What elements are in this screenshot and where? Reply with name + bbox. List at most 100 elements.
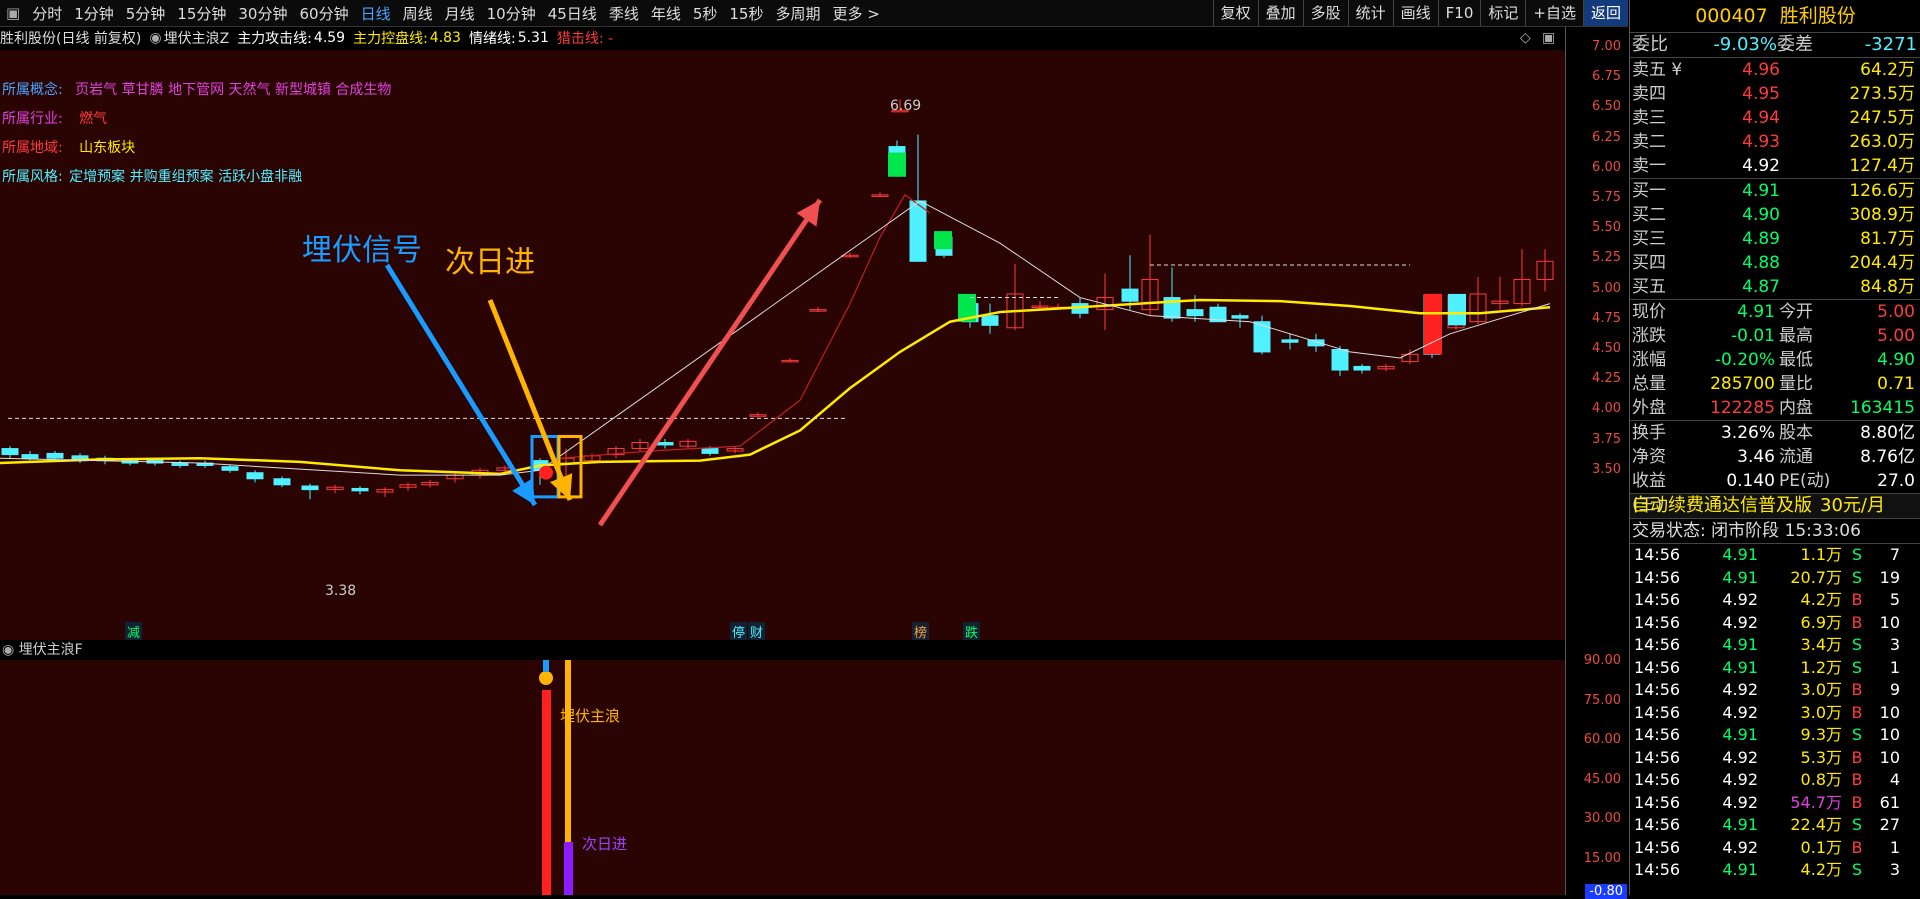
- trade-row[interactable]: 14:56 4.92 5.3万 B 10: [1630, 747, 1920, 770]
- order-price: 4.95: [1742, 84, 1780, 104]
- trade-row[interactable]: 14:56 4.92 0.1万 B 1: [1630, 837, 1920, 860]
- trade-time: 14:56: [1634, 860, 1681, 879]
- low-label: 3.38: [325, 583, 357, 599]
- diamond-icon[interactable]: ◇: [1520, 30, 1531, 46]
- subchart-toggle-icon[interactable]: ◉: [2, 642, 14, 658]
- trade-row[interactable]: 14:56 4.92 0.8万 B 4: [1630, 769, 1920, 792]
- trade-row[interactable]: 14:56 4.92 3.0万 B 9: [1630, 679, 1920, 702]
- tab-timeframe[interactable]: 15秒: [723, 3, 769, 24]
- window-icon[interactable]: ▣: [1542, 30, 1555, 46]
- trade-row[interactable]: 14:56 4.92 3.0万 B 10: [1630, 702, 1920, 725]
- trade-list[interactable]: 14:56 4.91 1.1万 S 7 14:56 4.91 20.7万 S 19 14:56 4.9…: [1630, 544, 1920, 882]
- order-price: 4.90: [1742, 205, 1780, 225]
- tab-timeframe[interactable]: 年线: [645, 3, 687, 24]
- weibi-value: -9.03%: [1713, 34, 1777, 55]
- toolbar-button[interactable]: 画线: [1392, 0, 1438, 26]
- trade-row[interactable]: 14:56 4.92 54.7万 B 61: [1630, 792, 1920, 815]
- order-volume: 84.8万: [1860, 277, 1915, 297]
- control-value: 4.83: [429, 30, 461, 46]
- tab-timeframe[interactable]: 30分钟: [232, 3, 293, 24]
- tab-timeframe[interactable]: 1分钟: [68, 3, 120, 24]
- toolbar-button[interactable]: 统计: [1347, 0, 1393, 26]
- signal-bar: [542, 690, 551, 895]
- price-tick: 6.50: [1592, 99, 1621, 115]
- tab-timeframe[interactable]: 多周期: [769, 3, 826, 24]
- tab-timeframe[interactable]: 10分钟: [481, 3, 542, 24]
- tab-timeframe[interactable]: 5秒: [687, 3, 724, 24]
- toolbar-buttons: 复权 叠加 多股 统计 画线 F10 标记 +自选 返回: [1212, 0, 1628, 26]
- trade-volume: 3.0万: [1800, 702, 1842, 722]
- indicator-select-icon[interactable]: ◉: [149, 30, 161, 46]
- trade-row[interactable]: 14:56 4.92 4.2万 B 5: [1630, 589, 1920, 612]
- toolbar-button[interactable]: 标记: [1480, 0, 1525, 26]
- trade-row[interactable]: 14:56 4.91 3.4万 S 3: [1630, 634, 1920, 657]
- trade-row[interactable]: 14:56 4.91 20.7万 S 19: [1630, 567, 1920, 590]
- toolbar-button[interactable]: +自选: [1525, 0, 1583, 26]
- indicator-name[interactable]: 埋伏主浪Z: [164, 28, 230, 48]
- concept-label: 所属概念:: [2, 82, 63, 98]
- toolbar-button[interactable]: F10: [1437, 0, 1481, 26]
- ad-row[interactable]: 自动续费通达信普及版 30元/月: [1630, 494, 1920, 519]
- ad-price[interactable]: 30元/月: [1820, 494, 1885, 518]
- stat-value: 3.26%: [1720, 423, 1775, 443]
- status-row: 交易状态: 闭市阶段 15:33:06: [1630, 519, 1920, 544]
- tab-timeframe[interactable]: 日线: [355, 3, 397, 24]
- tab-timeframe[interactable]: 5分钟: [120, 3, 172, 24]
- candle-body: [701, 448, 719, 454]
- signal-annotation: 埋伏信号: [302, 233, 422, 268]
- subchart-title[interactable]: 埋伏主浪F: [19, 642, 83, 658]
- tab-timeframe[interactable]: 季线: [603, 3, 645, 24]
- trade-volume: 22.4万: [1790, 815, 1842, 834]
- style-value: 定增预案 并购重组预案 活跃小盘非融: [69, 169, 303, 185]
- trade-row[interactable]: 14:56 4.91 22.4万 S 27: [1630, 814, 1920, 837]
- event-marker[interactable]: 停: [730, 622, 748, 641]
- stat-row: 总量 285700 量比 0.71: [1630, 372, 1920, 396]
- candle-body: [909, 200, 927, 262]
- kline-chart[interactable]: 所属概念: 页岩气 草甘膦 地下管网 天然气 新型城镇 合成生物 所属行业: 燃…: [0, 50, 1565, 641]
- price-tick: 7.00: [1592, 39, 1621, 54]
- quote-panel: 000407 胜利股份 委比 -9.03% 委差 -3271 卖五 ¥ 4.96 6…: [1629, 0, 1920, 895]
- trade-volume: 1.2万: [1800, 657, 1842, 677]
- tab-timeframe[interactable]: 月线: [439, 3, 481, 24]
- tab-timeframe[interactable]: 45日线: [542, 3, 603, 24]
- style-row: 所属风格: 定增预案 并购重组预案 活跃小盘非融: [2, 166, 302, 186]
- trade-count: 3: [1889, 860, 1900, 879]
- tab-timeframe[interactable]: 分时: [26, 3, 68, 24]
- tab-timeframe[interactable]: 周线: [397, 3, 439, 24]
- toolbar-button[interactable]: 返回: [1582, 0, 1628, 26]
- trade-side: S: [1851, 725, 1863, 744]
- price-axis: 7.00 6.75 6.50 6.25 6.00 5.75 5.50 5.25 5.00 4.75…: [1565, 27, 1629, 899]
- order-label: 买三: [1632, 229, 1666, 249]
- trade-row[interactable]: 14:56 4.91 4.2万 S 3: [1630, 859, 1920, 882]
- trade-side: S: [1851, 635, 1863, 654]
- trade-row[interactable]: 14:56 4.91 9.3万 S 10: [1630, 724, 1920, 747]
- ad-text[interactable]: 自动续费通达信普及版: [1632, 494, 1812, 518]
- toolbar-button[interactable]: 叠加: [1257, 0, 1303, 26]
- region-label: 所属地域:: [2, 140, 63, 156]
- trade-row[interactable]: 14:56 4.91 1.1万 S 7: [1630, 544, 1920, 567]
- toolbar-button[interactable]: 多股: [1302, 0, 1348, 26]
- candle-body: [888, 152, 906, 177]
- event-marker[interactable]: 减: [125, 622, 143, 641]
- trade-count: 19: [1879, 567, 1900, 587]
- trade-side: B: [1851, 702, 1863, 722]
- menu-icon[interactable]: ▣: [0, 4, 26, 22]
- trade-row[interactable]: 14:56 4.92 6.9万 B 10: [1630, 612, 1920, 635]
- tab-timeframe[interactable]: 15分钟: [171, 3, 232, 24]
- event-marker[interactable]: 财: [748, 622, 766, 641]
- candle-body: [1121, 288, 1139, 302]
- stat-value: 4.90: [1877, 350, 1915, 370]
- order-row: 买一 4.91 126.6万: [1630, 179, 1920, 203]
- indicator-subchart[interactable]: 埋伏主浪 次日进: [0, 660, 1565, 895]
- event-marker[interactable]: 跌: [963, 622, 981, 641]
- stock-name: 胜利股份: [1779, 5, 1856, 27]
- trade-time: 14:56: [1634, 590, 1681, 609]
- event-marker[interactable]: 榜: [912, 622, 930, 641]
- tab-timeframe[interactable]: 更多 >: [827, 3, 886, 24]
- stat-value: 0.71: [1877, 374, 1915, 394]
- toolbar-button[interactable]: 复权: [1212, 0, 1258, 26]
- trade-row[interactable]: 14:56 4.91 1.2万 S 1: [1630, 657, 1920, 680]
- order-label: 卖五 ¥: [1632, 60, 1683, 80]
- period-toolbar: ▣ 分时 1分钟 5分钟 15分钟 30分钟 60分钟 日线 周线 月线 10分钟 45日线 季线 年线…: [0, 0, 1628, 27]
- tab-timeframe[interactable]: 60分钟: [293, 3, 354, 24]
